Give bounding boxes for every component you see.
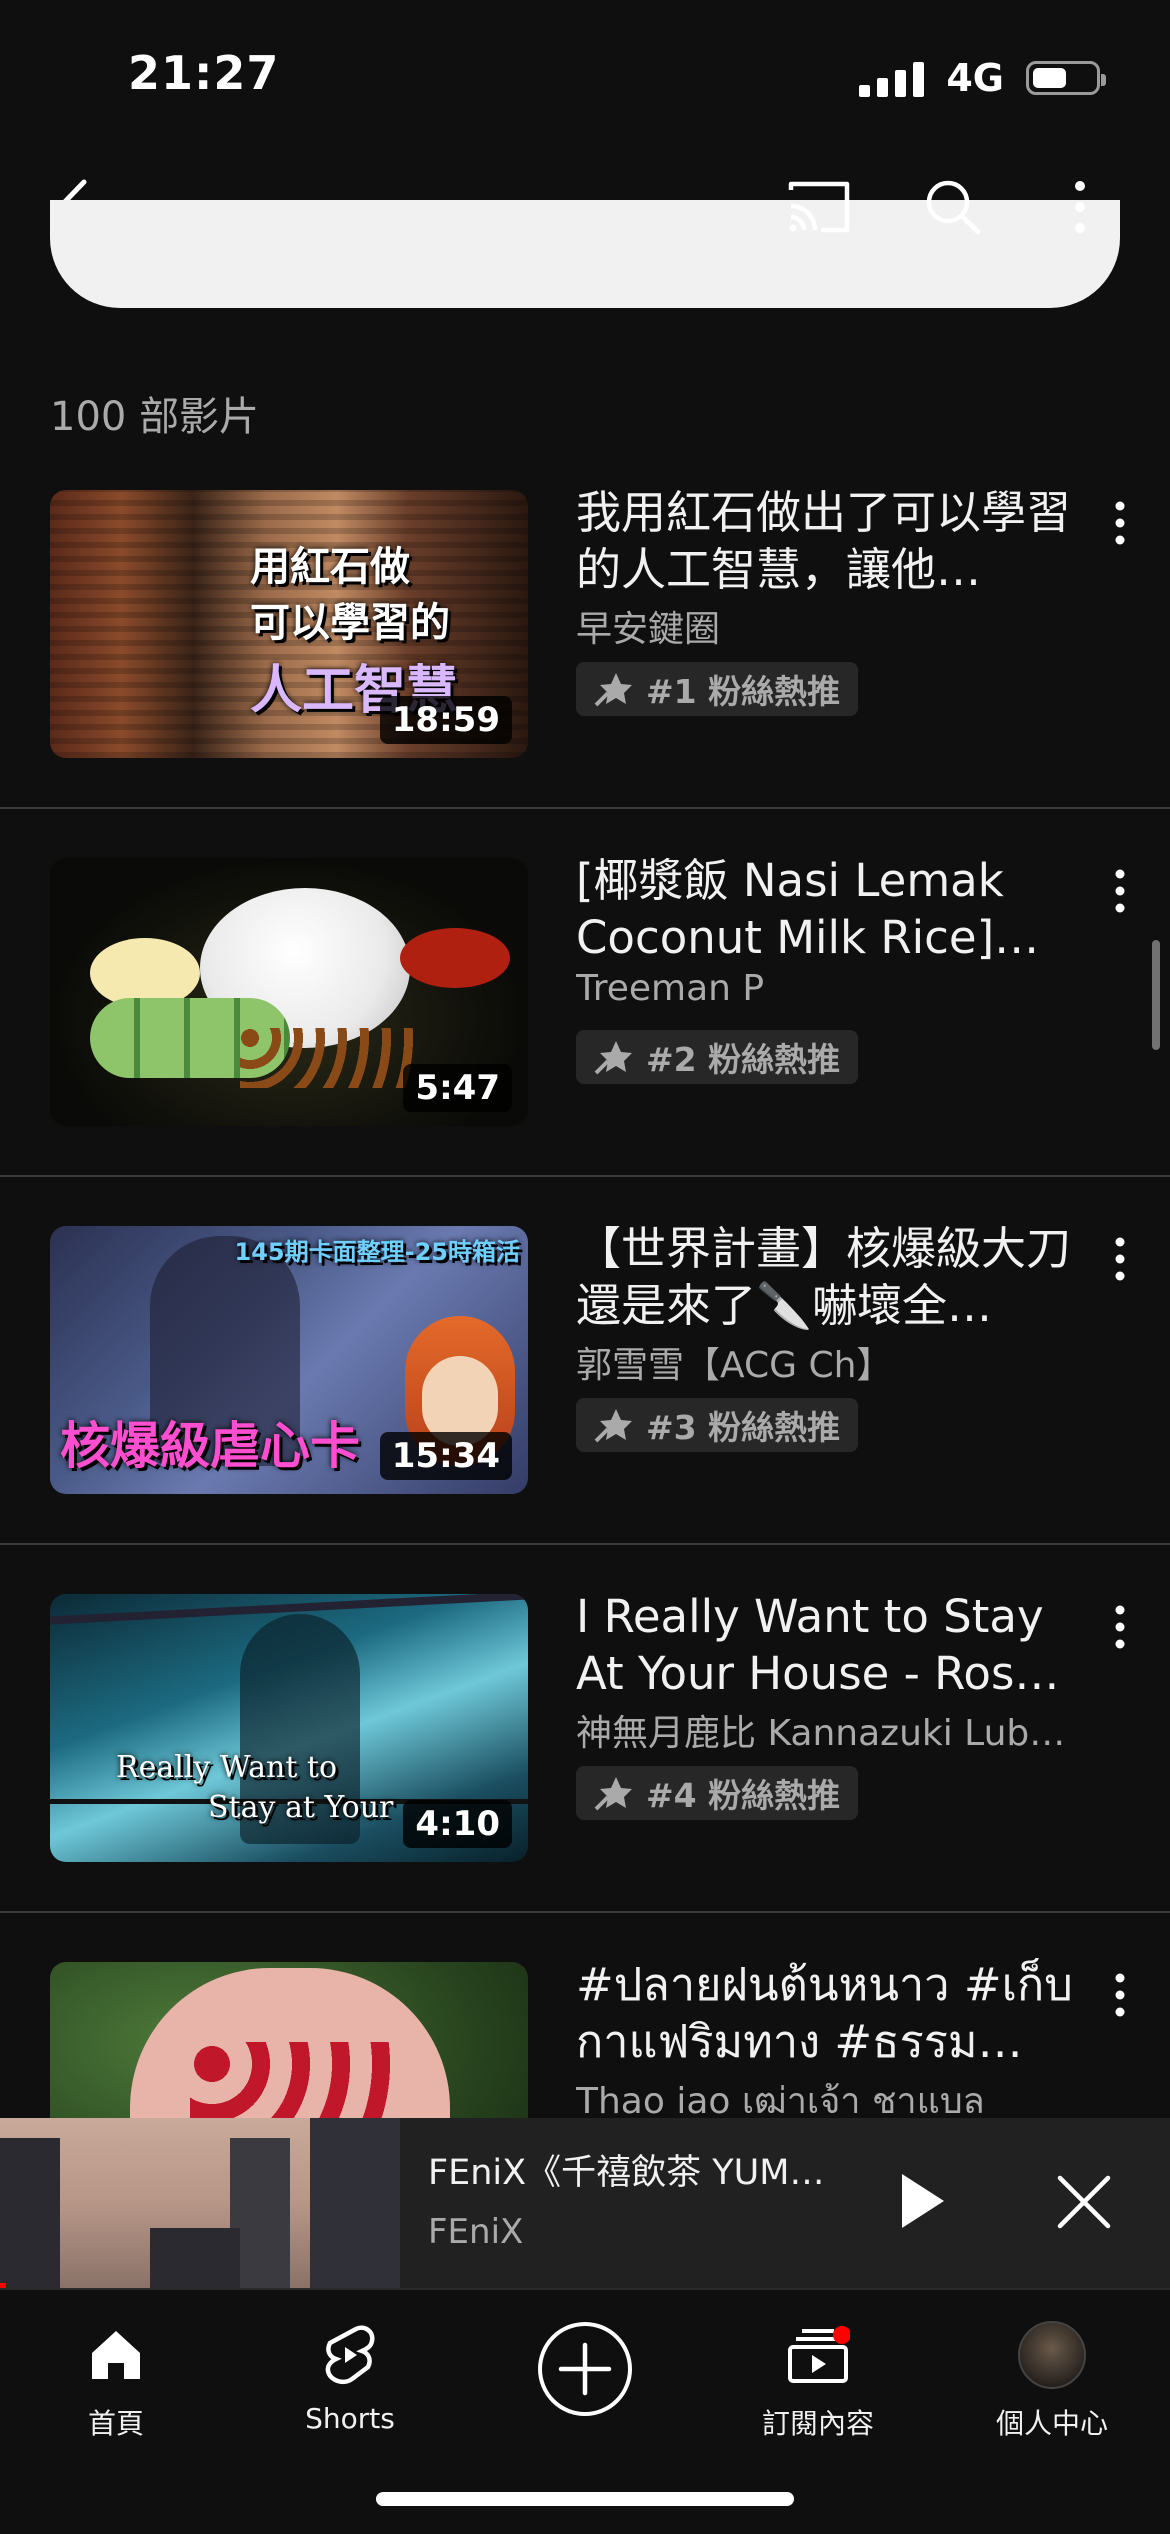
search-icon [926, 180, 981, 235]
battery-icon [1026, 61, 1106, 95]
shorts-icon [325, 2325, 375, 2384]
thumbnail-overlay-text: 可以學習的 [250, 600, 450, 646]
video-title[interactable]: #ปลายฝนต้นหนาว #เก็บกาแฟริมทาง #ธรรมชา… [576, 1956, 1076, 2070]
video-more-button[interactable] [1106, 1234, 1134, 1284]
video-thumbnail[interactable]: 145期卡面整理-25時箱活 核爆級虐心卡 15:34 [50, 1226, 528, 1494]
nav-create[interactable] [485, 2310, 685, 2428]
close-icon [1057, 2175, 1111, 2229]
mini-player-title[interactable]: FEniX《千禧飲茶 YUM… [428, 2144, 848, 2195]
nav-label: 首頁 [87, 2407, 144, 2440]
video-more-button[interactable] [1106, 1970, 1134, 2020]
more-vert-icon [1115, 1237, 1125, 1281]
video-duration: 18:59 [379, 696, 512, 744]
video-title[interactable]: 我用紅石做出了可以學習的人工智慧，讓他… [576, 484, 1076, 598]
home-indicator[interactable] [376, 2492, 794, 2506]
video-thumbnail[interactable]: 5:47 [50, 858, 528, 1126]
network-type: 4G [946, 56, 1004, 100]
mini-player-channel: FEniX [428, 2212, 524, 2252]
create-plus-icon [538, 2322, 632, 2416]
thumbnail-overlay-text: 用紅石做 [250, 544, 410, 590]
badge-label: #3 粉絲熱推 [646, 1408, 841, 1447]
fan-pick-badge: #3 粉絲熱推 [576, 1398, 859, 1452]
star-badge-icon [594, 1041, 632, 1075]
nav-label: Shorts [305, 2402, 395, 2435]
star-badge-icon [594, 1409, 632, 1443]
badge-label: #4 粉絲熱推 [646, 1776, 841, 1815]
video-duration: 4:10 [403, 1800, 512, 1848]
thumbnail-overlay-text: 核爆級虐心卡 [60, 1417, 360, 1475]
video-title[interactable]: 【世界計畫】核爆級大刀還是來了🔪嚇壞全… [576, 1220, 1076, 1334]
status-indicators: 4G [859, 56, 1106, 100]
nav-label: 個人中心 [995, 2407, 1108, 2440]
row-divider [0, 1543, 1170, 1545]
mini-player[interactable]: FEniX《千禧飲茶 YUM… FEniX [0, 2118, 1170, 2288]
video-row[interactable]: 5:47 [椰漿飯 Nasi Lemak Coconut Milk Rice]…… [0, 854, 1170, 1226]
badge-label: #1 粉絲熱推 [646, 672, 841, 711]
video-channel[interactable]: 郭雪雪【ACG Ch】 [576, 1336, 1086, 1388]
more-vert-icon [1115, 501, 1125, 545]
row-divider [0, 1911, 1170, 1913]
fan-pick-badge: #1 粉絲熱推 [576, 662, 859, 716]
row-divider [0, 1175, 1170, 1177]
more-vert-icon [1115, 1973, 1125, 2017]
badge-label: #2 粉絲熱推 [646, 1040, 841, 1079]
star-badge-icon [594, 1777, 632, 1811]
mini-player-close-button[interactable] [1054, 2172, 1114, 2232]
video-duration: 5:47 [403, 1064, 512, 1112]
cast-button[interactable] [785, 176, 855, 238]
play-icon [902, 2174, 944, 2228]
more-options-button[interactable] [1060, 176, 1100, 238]
video-duration: 15:34 [379, 1432, 512, 1480]
nav-shorts[interactable]: Shorts [250, 2310, 450, 2435]
home-icon [92, 2331, 140, 2379]
video-channel[interactable]: Treeman P [576, 968, 1086, 1009]
video-title[interactable]: I Really Want to Stay At Your House - Ro… [576, 1588, 1076, 1702]
video-thumbnail[interactable]: 用紅石做 可以學習的 人工智慧 18:59 [50, 490, 528, 758]
video-row[interactable]: Really Want to Stay at Your 4:10 I Reall… [0, 1590, 1170, 1962]
nav-label: 訂閱內容 [761, 2407, 874, 2440]
video-more-button[interactable] [1106, 1602, 1134, 1652]
video-channel[interactable]: 神無月鹿比 Kannazuki Lub… [576, 1704, 1086, 1756]
nav-home[interactable]: 首頁 [16, 2310, 216, 2442]
more-vert-icon [1115, 869, 1125, 913]
search-button[interactable] [922, 176, 984, 238]
row-divider [0, 807, 1170, 809]
fan-pick-badge: #2 粉絲熱推 [576, 1030, 859, 1084]
star-badge-icon [594, 673, 632, 707]
mini-player-thumbnail[interactable] [0, 2118, 400, 2288]
thumbnail-overlay-text: 145期卡面整理-25時箱活 [234, 1238, 520, 1266]
subscriptions-icon [788, 2326, 850, 2383]
avatar [1018, 2321, 1086, 2389]
video-title[interactable]: [椰漿飯 Nasi Lemak Coconut Milk Rice]… [576, 852, 1076, 966]
more-vert-icon [1115, 1605, 1125, 1649]
scrollbar[interactable] [1152, 940, 1160, 1050]
video-more-button[interactable] [1106, 498, 1134, 548]
status-time: 21:27 [128, 46, 280, 100]
video-row[interactable]: 用紅石做 可以學習的 人工智慧 18:59 我用紅石做出了可以學習的人工智慧，讓… [0, 486, 1170, 858]
video-thumbnail[interactable]: Really Want to Stay at Your 4:10 [50, 1594, 528, 1862]
mini-player-play-button[interactable] [890, 2166, 954, 2236]
video-channel[interactable]: 早安鍵圈 [576, 600, 1086, 652]
video-row[interactable]: 145期卡面整理-25時箱活 核爆級虐心卡 15:34 【世界計畫】核爆級大刀還… [0, 1222, 1170, 1594]
fan-pick-badge: #4 粉絲熱推 [576, 1766, 859, 1820]
signal-icon [859, 59, 925, 97]
nav-subscriptions[interactable]: 訂閱內容 [718, 2310, 918, 2442]
nav-profile[interactable]: 個人中心 [952, 2310, 1152, 2442]
cast-icon [788, 181, 850, 233]
more-vert-icon [1075, 181, 1085, 233]
thumbnail-overlay-text: Really Want to [116, 1750, 338, 1785]
video-more-button[interactable] [1106, 866, 1134, 916]
thumbnail-overlay-text: Stay at Your [208, 1790, 394, 1825]
video-count: 100 部影片 [50, 394, 260, 440]
